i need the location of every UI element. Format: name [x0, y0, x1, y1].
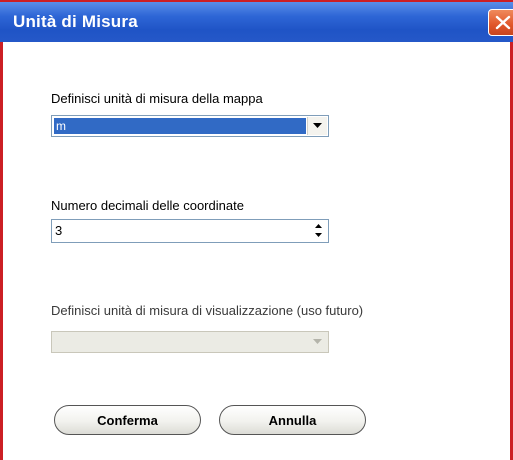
- title-bar[interactable]: Unità di Misura: [0, 0, 513, 42]
- window-title: Unità di Misura: [13, 12, 138, 31]
- stepper-arrows: [312, 222, 326, 240]
- arrow-down-icon: [315, 233, 322, 237]
- display-unit-dropdown-button: [308, 333, 327, 351]
- display-unit-label: Definisci unità di misura di visualizzaz…: [51, 303, 364, 318]
- chevron-down-icon: [313, 123, 322, 128]
- dialog-window: Unità di Misura Definisci unità di misur…: [0, 0, 513, 460]
- map-unit-label: Definisci unità di misura della mappa: [51, 91, 263, 106]
- close-button[interactable]: [488, 9, 513, 36]
- close-icon: [495, 15, 511, 30]
- arrow-up-icon: [315, 224, 322, 228]
- display-unit-select: [51, 331, 329, 353]
- increment-button[interactable]: [312, 222, 326, 231]
- map-unit-dropdown-button[interactable]: [307, 117, 327, 135]
- decimals-value: 3: [55, 223, 63, 238]
- map-unit-value: m: [54, 118, 306, 134]
- cancel-button[interactable]: Annulla: [219, 405, 366, 435]
- confirm-button[interactable]: Conferma: [54, 405, 201, 435]
- decimals-stepper[interactable]: 3: [51, 219, 329, 243]
- chevron-down-icon: [313, 339, 322, 344]
- decrement-button[interactable]: [312, 231, 326, 240]
- map-unit-select[interactable]: m: [51, 115, 329, 137]
- decimals-label: Numero decimali delle coordinate: [51, 198, 244, 213]
